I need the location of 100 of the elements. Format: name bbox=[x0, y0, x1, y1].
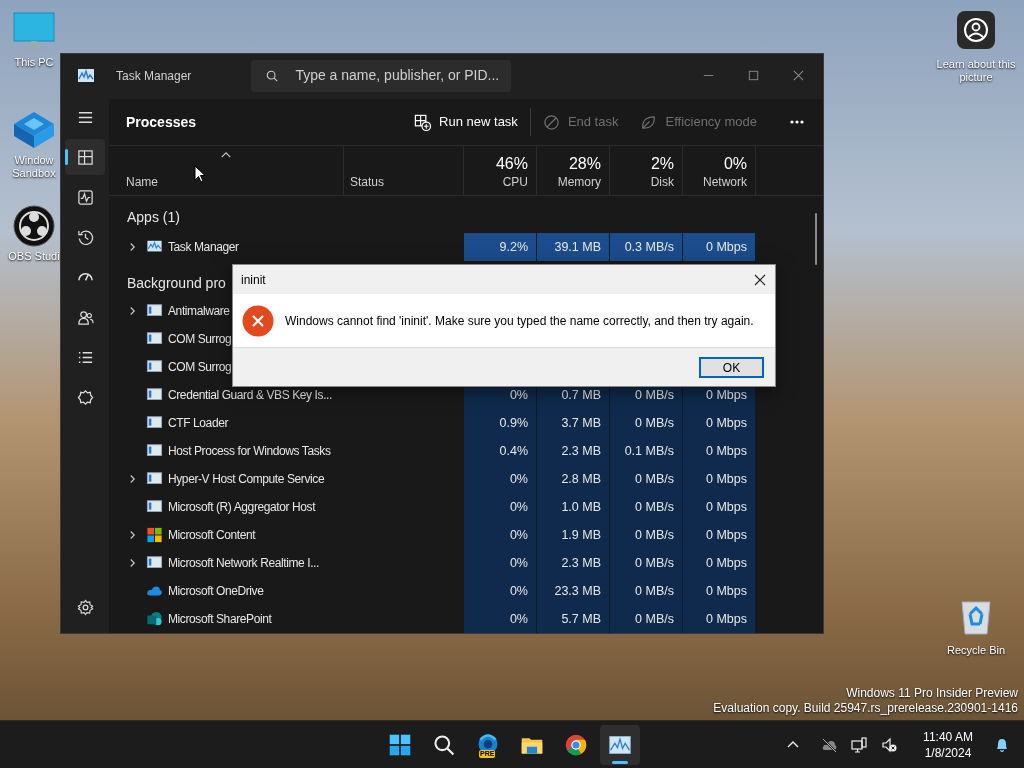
desktop-icon-label[interactable]: Recycle Bin bbox=[946, 642, 1006, 659]
window-title: Task Manager bbox=[116, 67, 192, 85]
column-header[interactable]: Status bbox=[344, 146, 464, 195]
chevron-right-icon[interactable] bbox=[129, 242, 136, 252]
history-icon bbox=[76, 228, 94, 246]
usage-cell: 0 MB/s bbox=[610, 605, 683, 633]
search-icon bbox=[266, 69, 279, 82]
maximize-icon bbox=[747, 69, 760, 82]
process-name[interactable]: COM Surrog bbox=[168, 358, 232, 376]
usage-cell: 0% bbox=[464, 465, 537, 493]
blocked-icon bbox=[542, 113, 560, 131]
window-icon bbox=[146, 499, 163, 515]
usage-cell: 2.3 MB bbox=[537, 549, 610, 577]
usage-cell: 0% bbox=[464, 577, 537, 605]
leaf-icon bbox=[640, 113, 658, 131]
usage-cell: 1.0 MB bbox=[537, 493, 610, 521]
usage-cell: 2.3 MB bbox=[537, 437, 610, 465]
process-name[interactable]: Microsoft SharePoint bbox=[168, 610, 272, 628]
chevron-right-icon[interactable] bbox=[129, 474, 136, 484]
usage-cell: 0.1 MB/s bbox=[610, 437, 683, 465]
search-field[interactable]: Type a name, publisher, or PID... bbox=[251, 59, 512, 92]
usage-cell: 0 MB/s bbox=[610, 409, 683, 437]
usage-cell: 5.7 MB bbox=[537, 605, 610, 633]
usage-cell: 0 Mbps bbox=[683, 549, 756, 577]
process-name[interactable]: Microsoft (R) Aggregator Host bbox=[168, 498, 316, 516]
volume-muted-icon bbox=[881, 736, 897, 753]
cloud-off-icon bbox=[821, 736, 837, 753]
pulse-icon bbox=[76, 188, 94, 206]
usage-cell: 0 Mbps bbox=[683, 437, 756, 465]
process-name[interactable]: Antimalware bbox=[168, 302, 230, 320]
scrollbar-thumb[interactable] bbox=[815, 213, 817, 265]
column-header[interactable]: 0% Network bbox=[683, 146, 756, 195]
sharepoint-logo-icon bbox=[146, 611, 163, 627]
process-name[interactable]: Host Process for Windows Tasks bbox=[168, 442, 331, 460]
nav-button[interactable] bbox=[65, 139, 105, 175]
circle-logo-icon[interactable] bbox=[12, 204, 56, 248]
pulse-chart-icon bbox=[77, 67, 95, 84]
network-icon bbox=[851, 736, 867, 753]
process-name[interactable]: Hyper-V Host Compute Service bbox=[168, 470, 325, 488]
search-icon bbox=[432, 732, 456, 757]
process-name[interactable]: Task Manager bbox=[168, 238, 239, 256]
usage-cell: 0 Mbps bbox=[683, 521, 756, 549]
ok-button[interactable]: OK bbox=[699, 356, 764, 378]
watermark-text: Evaluation copy. Build 25947.rs_prerelease.230901-1416 bbox=[713, 701, 1018, 716]
process-name[interactable]: Credential Guard & VBS Key Is... bbox=[168, 386, 332, 404]
usage-cell: 0 MB/s bbox=[610, 549, 683, 577]
process-name[interactable]: Microsoft OneDrive bbox=[168, 582, 264, 600]
clock[interactable]: 11:40 AM 1/8/2024 bbox=[908, 724, 988, 765]
usage-cell: 0.9% bbox=[464, 409, 537, 437]
close-icon bbox=[754, 273, 766, 286]
process-name[interactable]: Microsoft Network Realtime I... bbox=[168, 554, 319, 572]
usage-cell: 0 Mbps bbox=[683, 493, 756, 521]
watermark-text: Windows 11 Pro Insider Preview bbox=[846, 686, 1018, 701]
taskbar-app-button[interactable] bbox=[600, 724, 640, 765]
usage-cell: 0 Mbps bbox=[683, 465, 756, 493]
mouse-pointer-icon bbox=[194, 165, 206, 183]
dialog-title: ininit bbox=[241, 271, 266, 289]
process-name[interactable]: Microsoft Content bbox=[168, 526, 256, 544]
chevron-right-icon[interactable] bbox=[129, 530, 136, 540]
window-icon bbox=[146, 359, 163, 375]
usage-cell: 3.7 MB bbox=[537, 409, 610, 437]
window-icon bbox=[146, 555, 163, 571]
active-indicator bbox=[612, 760, 628, 764]
dialog-message: Windows cannot find 'ininit'. Make sure you typed the name correctly, and then try again. bbox=[285, 312, 754, 330]
bell-icon bbox=[994, 736, 1010, 753]
run-task-icon bbox=[414, 113, 432, 131]
group-heading: Background pro bbox=[127, 273, 226, 293]
process-name[interactable]: CTF Loader bbox=[168, 414, 229, 432]
usage-cell: 0% bbox=[464, 605, 537, 633]
column-header[interactable]: 28% Memory bbox=[537, 146, 610, 195]
group-heading: Apps (1) bbox=[127, 207, 180, 227]
column-header[interactable]: 46% CPU bbox=[464, 146, 537, 195]
users-icon bbox=[76, 308, 94, 326]
usage-cell: 2.8 MB bbox=[537, 465, 610, 493]
usage-cell: 23.3 MB bbox=[537, 577, 610, 605]
settings-icon bbox=[76, 598, 94, 616]
usage-cell: 0 MB/s bbox=[610, 577, 683, 605]
usage-cell: 0.3 MB/s bbox=[610, 233, 683, 261]
window-icon bbox=[146, 303, 163, 319]
usage-cell: 0% bbox=[464, 549, 537, 577]
usage-cell: 0 MB/s bbox=[610, 521, 683, 549]
window-icon bbox=[146, 415, 163, 431]
chevron-right-icon[interactable] bbox=[129, 558, 136, 568]
usage-cell: 0 Mbps bbox=[683, 605, 756, 633]
selection-indicator bbox=[65, 149, 68, 165]
usage-cell: 0.4% bbox=[464, 437, 537, 465]
sort-caret-icon bbox=[220, 152, 232, 158]
usage-cell: 0 Mbps bbox=[683, 233, 756, 261]
usage-cell: 0% bbox=[464, 493, 537, 521]
usage-cell: 39.1 MB bbox=[537, 233, 610, 261]
window-icon bbox=[146, 443, 163, 459]
window-icon bbox=[146, 331, 163, 347]
grid-icon bbox=[76, 148, 94, 166]
error-icon bbox=[242, 304, 274, 337]
chevron-right-icon[interactable] bbox=[129, 306, 136, 316]
column-header[interactable]: 2% Disk bbox=[610, 146, 683, 195]
process-name[interactable]: COM Surrog bbox=[168, 330, 232, 348]
four-squares-icon bbox=[146, 527, 163, 543]
usage-cell: 1.9 MB bbox=[537, 521, 610, 549]
run-button[interactable]: Run new task bbox=[408, 106, 524, 138]
